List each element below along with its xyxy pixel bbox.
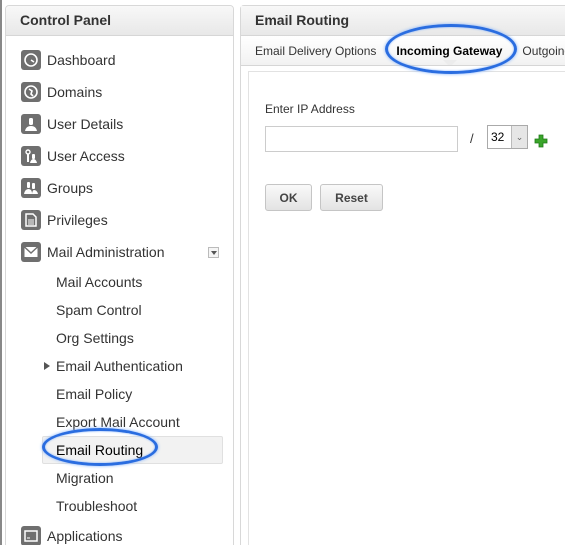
page-title: Email Routing (241, 6, 565, 36)
sidebar-item-dashboard[interactable]: Dashboard (6, 44, 233, 76)
sidebar-item-label: User Details (47, 116, 124, 132)
dashboard-icon (21, 50, 41, 70)
sidebar-item-label: User Access (47, 148, 125, 164)
sidebar-item-applications[interactable]: Applications (6, 520, 233, 545)
sidebar-item-groups[interactable]: Groups (6, 172, 233, 204)
subnav-item-org-settings[interactable]: Org Settings (6, 324, 233, 352)
tab-bar: Email Delivery Options Incoming Gateway … (241, 36, 565, 66)
collapse-toggle-icon[interactable] (208, 247, 219, 258)
ok-button[interactable]: OK (265, 184, 312, 211)
subnav-item-label: Migration (56, 470, 114, 486)
page-edge (0, 0, 2, 545)
sidebar-item-label: Dashboard (47, 52, 116, 68)
ip-address-input[interactable] (265, 126, 458, 152)
sidebar: Control Panel Dashboard Domains User Det… (5, 5, 234, 545)
reset-button[interactable]: Reset (320, 184, 383, 211)
subnav-item-label: Email Routing (56, 442, 144, 458)
subnav-item-label: Mail Accounts (56, 274, 143, 290)
subnav-item-label: Spam Control (56, 302, 142, 318)
subnav-item-export-mail-account[interactable]: Export Mail Account (6, 408, 233, 436)
sidebar-item-label: Mail Administration (47, 244, 165, 260)
sidebar-nav: Dashboard Domains User Details User Acce… (6, 36, 233, 268)
groups-icon (21, 178, 41, 198)
sidebar-item-label: Groups (47, 180, 93, 196)
add-icon[interactable] (534, 134, 548, 148)
sidebar-item-domains[interactable]: Domains (6, 76, 233, 108)
cidr-separator: / (470, 131, 474, 146)
sidebar-item-mail-administration[interactable]: Mail Administration (6, 236, 233, 268)
subnav-item-email-routing[interactable]: Email Routing (42, 436, 223, 464)
sidebar-item-user-access[interactable]: User Access (6, 140, 233, 172)
tab-content: Enter IP Address / 32 ⌄ OK Reset (248, 71, 565, 545)
sidebar-item-user-details[interactable]: User Details (6, 108, 233, 140)
tab-outgoing[interactable]: Outgoing (522, 44, 565, 58)
subnav-item-label: Email Policy (56, 386, 133, 402)
subnav-item-email-authentication[interactable]: Email Authentication (6, 352, 233, 380)
user-icon (21, 114, 41, 134)
chevron-down-icon[interactable]: ⌄ (511, 126, 527, 148)
user-access-icon (21, 146, 41, 166)
subnav-item-spam-control[interactable]: Spam Control (6, 296, 233, 324)
active-tab-pointer (443, 60, 457, 65)
applications-icon (21, 526, 41, 545)
sidebar-nav-bottom: Applications (6, 520, 233, 545)
cidr-prefix-value: 32 (491, 130, 505, 144)
mail-admin-subnav: Mail Accounts Spam Control Org Settings … (6, 268, 233, 520)
subnav-item-troubleshoot[interactable]: Troubleshoot (6, 492, 233, 520)
subnav-item-label: Export Mail Account (56, 414, 180, 430)
subnav-item-email-policy[interactable]: Email Policy (6, 380, 233, 408)
tab-email-delivery-options[interactable]: Email Delivery Options (255, 44, 376, 58)
globe-icon (21, 82, 41, 102)
subnav-item-migration[interactable]: Migration (6, 464, 233, 492)
tab-incoming-gateway[interactable]: Incoming Gateway (396, 44, 502, 58)
document-icon (21, 210, 41, 230)
subnav-item-mail-accounts[interactable]: Mail Accounts (6, 268, 233, 296)
expand-arrow-icon[interactable] (44, 362, 50, 370)
ip-address-label: Enter IP Address (265, 102, 355, 116)
sidebar-title: Control Panel (6, 6, 233, 36)
subnav-item-label: Org Settings (56, 330, 134, 346)
subnav-item-label: Troubleshoot (56, 498, 138, 514)
sidebar-item-label: Domains (47, 84, 103, 100)
main-panel: Email Routing Email Delivery Options Inc… (240, 5, 565, 545)
envelope-icon (21, 242, 41, 262)
sidebar-item-privileges[interactable]: Privileges (6, 204, 233, 236)
sidebar-item-label: Applications (47, 528, 123, 544)
subnav-item-label: Email Authentication (56, 358, 183, 374)
cidr-prefix-select[interactable]: 32 ⌄ (487, 125, 528, 149)
sidebar-item-label: Privileges (47, 212, 108, 228)
